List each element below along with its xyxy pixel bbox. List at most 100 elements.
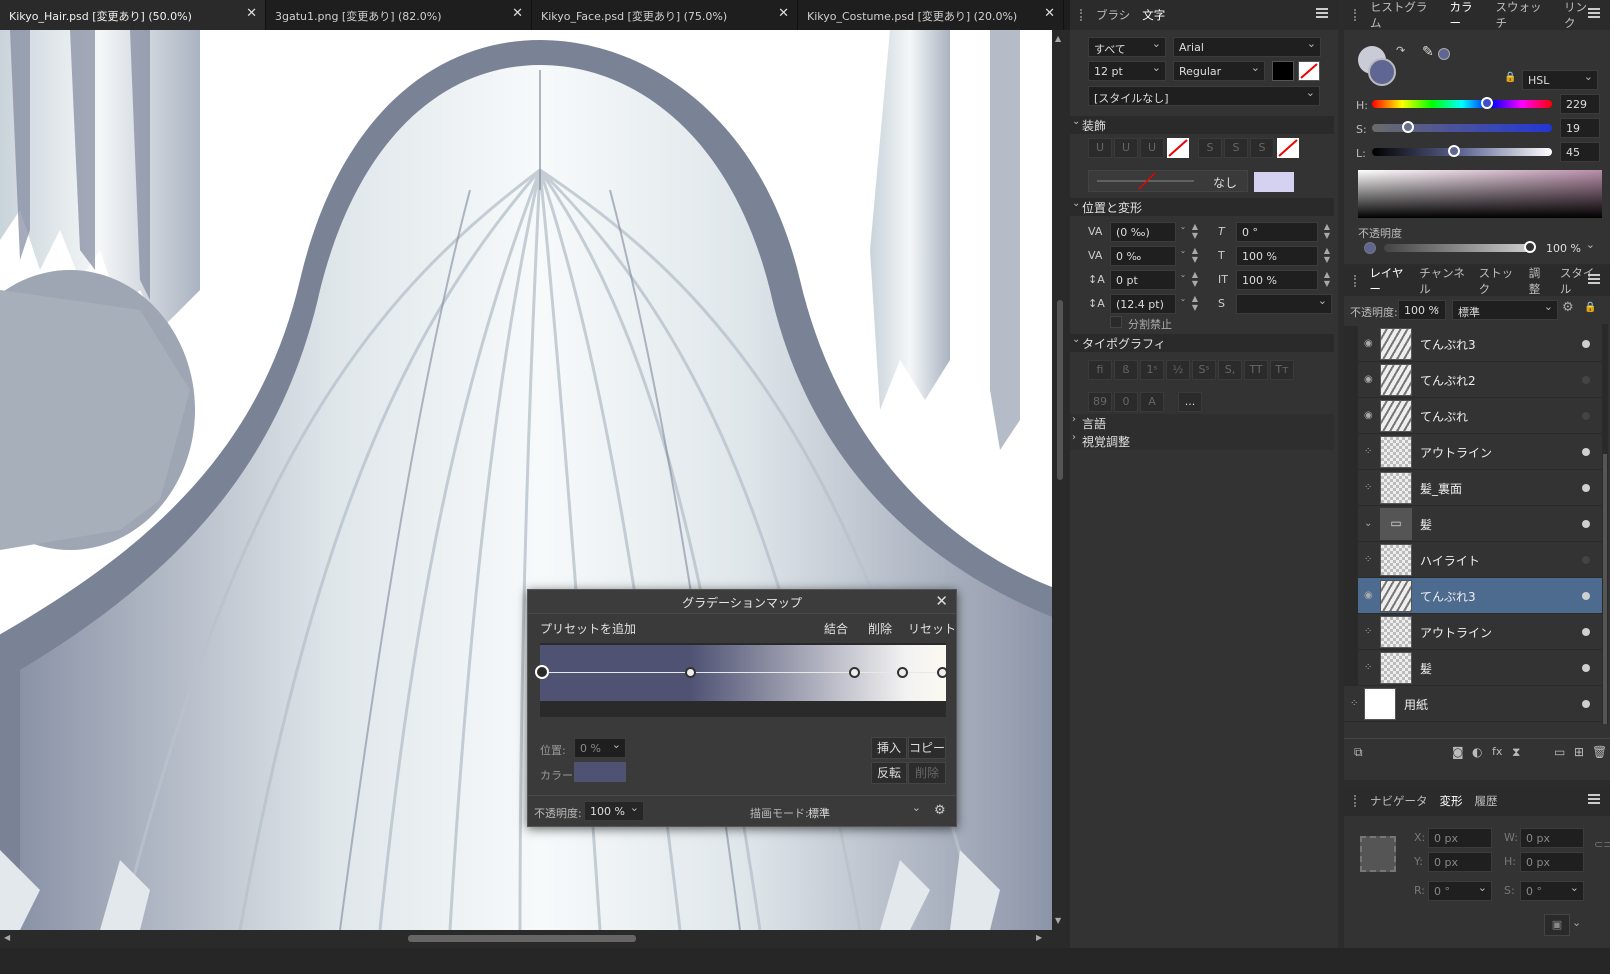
layer-visibility-icon[interactable]: [1582, 340, 1590, 348]
tab-layers[interactable]: レイヤー: [1369, 265, 1407, 297]
oldstyle-figures-icon[interactable]: 89: [1088, 392, 1112, 412]
layer-row[interactable]: ⁘ 用紙: [1344, 686, 1602, 722]
underline-style-icon[interactable]: U: [1140, 138, 1164, 158]
superscript-icon[interactable]: 1ˢ: [1140, 360, 1164, 380]
panel-menu-icon[interactable]: [1588, 794, 1600, 804]
panel-grip-icon[interactable]: [1354, 9, 1360, 21]
layer-row[interactable]: ⁘ 髪_裏面: [1358, 470, 1602, 506]
doc-tab-kikyo-costume[interactable]: Kikyo_Costume.psd [変更あり] (20.0%) ✕: [798, 0, 1064, 30]
no-break-checkbox[interactable]: [1110, 316, 1122, 328]
layer-row[interactable]: ⁘ アウトライン: [1358, 614, 1602, 650]
layer-row[interactable]: ⁘ 髪: [1358, 650, 1602, 686]
horizontal-scroll-thumb[interactable]: [408, 935, 636, 942]
live-filter-icon[interactable]: ⧗: [1512, 745, 1520, 760]
layer-lock-icon[interactable]: ⁘: [1364, 482, 1372, 493]
tab-histogram[interactable]: ヒストグラム: [1370, 0, 1438, 31]
hue-slider-handle[interactable]: [1481, 97, 1493, 109]
decoration-fill-swatch[interactable]: [1254, 172, 1294, 192]
layer-lock-icon[interactable]: ⁘: [1364, 626, 1372, 637]
tab-stock[interactable]: ストック: [1479, 265, 1517, 297]
layer-lock-icon[interactable]: ⁘: [1364, 662, 1372, 673]
baseline-dropdown-icon[interactable]: ⌄: [1178, 270, 1188, 290]
horizontal-scale-stepper[interactable]: ▲ ▼: [1322, 246, 1332, 266]
lock-icon[interactable]: 🔒: [1584, 302, 1596, 313]
gradient-stop-handle[interactable]: [896, 666, 908, 678]
swash-icon[interactable]: A: [1140, 392, 1164, 412]
all-caps-icon[interactable]: Tт: [1270, 360, 1294, 380]
anchor-point-selector[interactable]: [1360, 836, 1396, 872]
lightness-slider-handle[interactable]: [1448, 145, 1460, 157]
close-icon[interactable]: ✕: [778, 6, 789, 21]
canvas-horizontal-scrollbar[interactable]: ◀ ▶: [0, 930, 1070, 948]
lock-icon[interactable]: 🔒: [1504, 72, 1516, 83]
superior-icon[interactable]: Sˢ: [1192, 360, 1216, 380]
leading-dropdown-icon[interactable]: ⌄: [1178, 294, 1188, 314]
ligatures-icon[interactable]: fi: [1088, 360, 1112, 380]
layer-visibility-icon[interactable]: [1582, 556, 1590, 564]
layer-row[interactable]: ⌄ ▭ 髪: [1358, 506, 1602, 542]
discretionary-ligatures-icon[interactable]: ß: [1114, 360, 1138, 380]
layer-visibility-icon[interactable]: [1582, 520, 1590, 528]
gradient-stop-handle[interactable]: [684, 666, 696, 678]
mask-icon[interactable]: ◙: [1452, 745, 1464, 759]
saturation-slider[interactable]: [1372, 124, 1552, 132]
strikethrough-style-icon[interactable]: S: [1250, 138, 1274, 158]
layer-row[interactable]: ◉ てんぷれ2: [1358, 362, 1602, 398]
vertical-scale-field[interactable]: 100 %: [1236, 270, 1318, 290]
layer-toggle-icon[interactable]: ◉: [1364, 590, 1373, 601]
layer-row[interactable]: ⁘ アウトライン: [1358, 434, 1602, 470]
layer-lock-icon[interactable]: ⁘: [1364, 554, 1372, 565]
font-weight-select[interactable]: Regular: [1173, 61, 1265, 81]
color-spectrum-box[interactable]: [1358, 170, 1602, 218]
blend-mode-select[interactable]: 標準: [802, 801, 926, 821]
double-strikethrough-icon[interactable]: S: [1224, 138, 1248, 158]
gradient-stop-handle[interactable]: [936, 666, 948, 678]
layer-visibility-icon[interactable]: [1582, 700, 1590, 708]
gear-icon[interactable]: ⚙: [934, 803, 946, 818]
new-group-icon[interactable]: ▭: [1554, 745, 1565, 759]
hue-value-field[interactable]: 229: [1560, 94, 1600, 114]
link-icon[interactable]: ⊂⊃: [1594, 838, 1610, 851]
scroll-down-icon[interactable]: ▼: [1055, 916, 1061, 925]
decoration-line-preview[interactable]: なし: [1088, 170, 1248, 192]
layer-toggle-icon[interactable]: ◉: [1364, 374, 1373, 385]
tab-history[interactable]: 履歴: [1475, 793, 1498, 809]
tab-text[interactable]: 文字: [1142, 7, 1165, 23]
horizontal-scale-field[interactable]: 100 %: [1236, 246, 1318, 266]
rotation-field[interactable]: 0 °: [1428, 881, 1492, 901]
layer-row[interactable]: ◉ てんぷれ: [1358, 398, 1602, 434]
layers-scrollbar[interactable]: [1602, 324, 1608, 724]
color-opacity-field[interactable]: 100 %: [1540, 238, 1600, 258]
merge-button[interactable]: 結合: [824, 620, 848, 637]
gradient-preview-bar[interactable]: [540, 645, 946, 701]
layer-visibility-icon[interactable]: [1582, 664, 1590, 672]
layer-row[interactable]: ◉ てんぷれ3: [1358, 578, 1602, 614]
color-opacity-handle[interactable]: [1524, 241, 1536, 253]
subscript-icon[interactable]: S,: [1218, 360, 1242, 380]
adjustment-icon[interactable]: ◐: [1472, 745, 1482, 759]
text-stroke-color[interactable]: [1298, 61, 1320, 81]
kerning-field[interactable]: (0 ‰): [1110, 222, 1176, 242]
visual-adjust-section-header[interactable]: › 視覚調整: [1070, 432, 1334, 450]
typography-section-header[interactable]: ⌄ タイポグラフィ: [1070, 334, 1334, 352]
saturation-slider-handle[interactable]: [1402, 121, 1414, 133]
insert-stop-button[interactable]: 挿入: [871, 737, 907, 759]
layer-toggle-icon[interactable]: ◉: [1364, 410, 1373, 421]
leading-field[interactable]: (12.4 pt): [1110, 294, 1176, 314]
leading-stepper[interactable]: ▲ ▼: [1190, 294, 1200, 314]
color-mode-select[interactable]: HSL: [1522, 70, 1598, 90]
layer-visibility-icon[interactable]: [1582, 484, 1590, 492]
doc-tab-3gatu1[interactable]: 3gatu1.png [変更あり] (82.0%) ✕: [266, 0, 532, 30]
layer-visibility-icon[interactable]: [1582, 592, 1590, 600]
close-icon[interactable]: ✕: [1044, 6, 1055, 21]
strikethrough-color[interactable]: [1277, 138, 1299, 158]
scroll-left-icon[interactable]: ◀: [4, 933, 10, 942]
shear-stepper[interactable]: ▲ ▼: [1322, 222, 1332, 242]
lightness-value-field[interactable]: 45: [1560, 142, 1600, 162]
tabular-figures-icon[interactable]: 0: [1114, 392, 1138, 412]
layer-blend-select[interactable]: 標準: [1452, 300, 1558, 320]
tab-brush[interactable]: ブラシ: [1096, 7, 1130, 23]
tab-adjustments[interactable]: 調整: [1529, 265, 1548, 297]
gradient-stop-handle[interactable]: [848, 666, 860, 678]
panel-menu-icon[interactable]: [1588, 8, 1600, 18]
